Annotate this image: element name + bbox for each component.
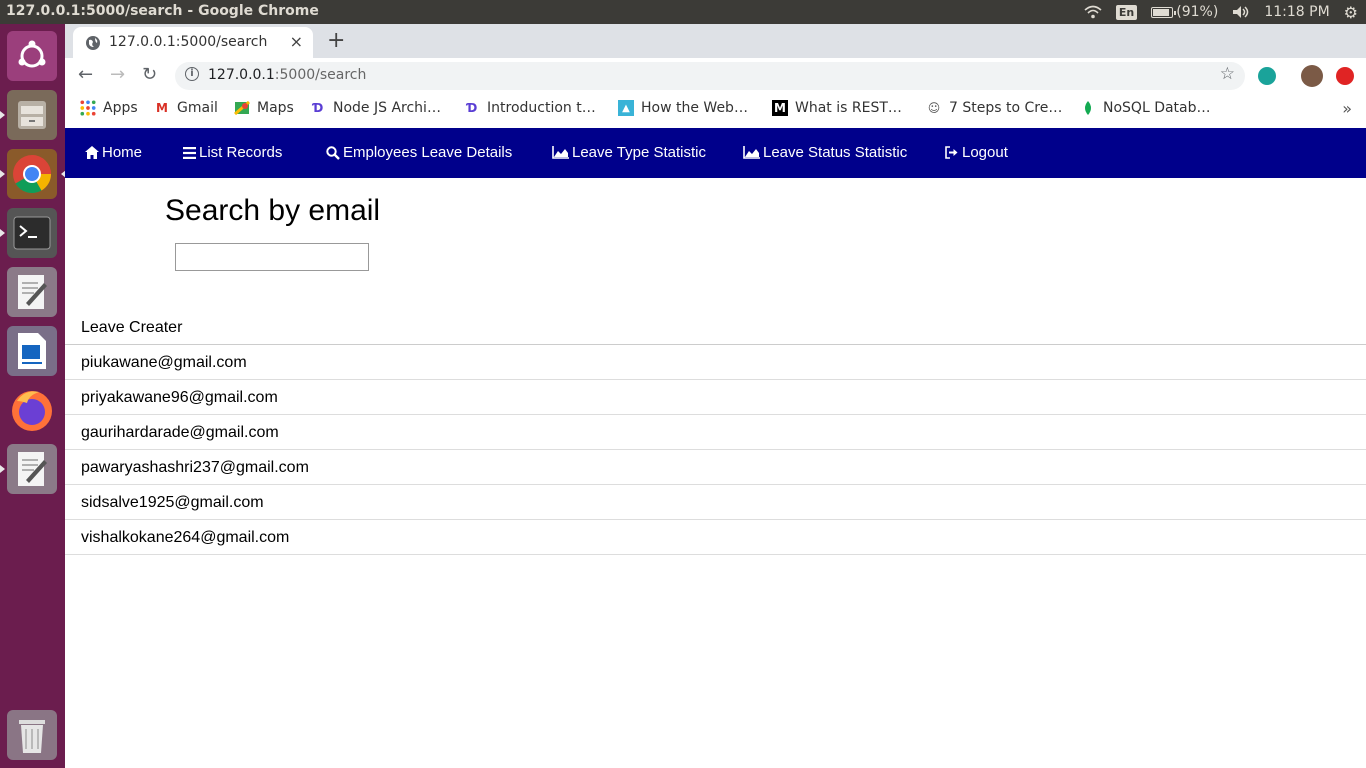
d-logo-icon: Ɗ <box>312 101 324 115</box>
d-logo-icon: Ɗ <box>466 101 478 115</box>
table-header: Leave Creater <box>65 310 1366 345</box>
bookmark-apps[interactable]: Apps <box>80 100 138 116</box>
gmail-icon: M <box>156 101 168 115</box>
home-icon <box>85 146 99 159</box>
nav-employees-leave-details[interactable]: Employees Leave Details <box>326 144 512 161</box>
table-row: priyakawane96@gmail.com <box>65 380 1366 415</box>
results-table: Leave Creater piukawane@gmail.com priyak… <box>65 310 1366 555</box>
bookmark-gmail[interactable]: M Gmail <box>154 100 218 116</box>
web-icon: ▲ <box>618 100 634 116</box>
clock[interactable]: 11:18 PM <box>1264 4 1329 20</box>
app-launcher <box>0 24 66 768</box>
table-row: vishalkokane264@gmail.com <box>65 520 1366 555</box>
bookmark-star-icon[interactable]: ☆ <box>1220 64 1235 84</box>
list-icon <box>183 146 196 159</box>
power-settings-icon[interactable]: ⚙ <box>1344 3 1358 22</box>
os-top-panel: 127.0.0.1:5000/search - Google Chrome En… <box>0 0 1366 24</box>
bookmark-maps[interactable]: Maps <box>234 100 294 116</box>
area-chart-icon <box>743 146 760 159</box>
battery-percent: (91%) <box>1176 4 1219 20</box>
nav-leave-status-statistic[interactable]: Leave Status Statistic <box>743 144 907 161</box>
page-title: Search by email <box>165 194 381 227</box>
tab-strip: 127.0.0.1:5000/search × + <box>65 24 1366 58</box>
email-search-input[interactable] <box>175 243 369 271</box>
face-icon: ☺ <box>927 101 941 115</box>
browser-toolbar: ← → ↻ i 127.0.0.1:5000/search ☆ <box>65 58 1366 94</box>
url-text[interactable]: 127.0.0.1:5000/search <box>208 67 366 83</box>
table-row: piukawane@gmail.com <box>65 345 1366 380</box>
table-row: sidsalve1925@gmail.com <box>65 485 1366 520</box>
maps-icon <box>234 100 250 116</box>
app-navbar: Home List Records Employees Leave Detail… <box>65 128 1366 178</box>
bookmark-nosql[interactable]: NoSQL Datab… <box>1080 100 1211 116</box>
bookmark-how-the-web[interactable]: ▲ How the Web… <box>618 100 748 116</box>
wifi-icon[interactable] <box>1084 5 1102 19</box>
globe-icon <box>86 36 100 50</box>
bookmark-node-js[interactable]: Ɗ Node JS Archi… <box>310 100 441 116</box>
firefox-icon[interactable] <box>7 385 57 435</box>
volume-icon[interactable] <box>1232 5 1250 19</box>
keyboard-language-indicator[interactable]: En <box>1115 4 1138 20</box>
nav-list-records[interactable]: List Records <box>183 144 282 161</box>
address-bar[interactable]: i 127.0.0.1:5000/search ☆ <box>175 62 1245 90</box>
libreoffice-writer-icon[interactable] <box>7 326 57 376</box>
reload-button[interactable]: ↻ <box>142 64 157 85</box>
medium-icon: M <box>772 100 788 116</box>
site-info-icon[interactable]: i <box>185 67 199 81</box>
extension-icon[interactable] <box>1258 67 1276 85</box>
trash-icon[interactable] <box>7 710 57 760</box>
nav-logout[interactable]: Logout <box>945 144 1008 161</box>
logout-icon <box>945 146 958 159</box>
text-editor-2-icon[interactable] <box>0 444 57 494</box>
leaf-icon <box>1085 101 1091 115</box>
nav-leave-type-statistic[interactable]: Leave Type Statistic <box>552 144 706 161</box>
update-icon[interactable] <box>1336 67 1354 85</box>
back-button[interactable]: ← <box>78 64 93 85</box>
system-tray: En (91%) 11:18 PM ⚙ <box>1084 0 1358 24</box>
table-row: pawaryashashri237@gmail.com <box>65 450 1366 485</box>
bookmark-7-steps[interactable]: ☺ 7 Steps to Cre… <box>926 100 1063 116</box>
chrome-icon[interactable] <box>0 149 66 199</box>
search-icon <box>326 145 340 160</box>
web-page: Home List Records Employees Leave Detail… <box>65 128 1366 768</box>
battery-icon <box>1151 6 1177 18</box>
tab-close-icon[interactable]: × <box>290 32 303 51</box>
new-tab-button[interactable]: + <box>327 28 345 53</box>
tab-title: 127.0.0.1:5000/search <box>109 34 268 50</box>
text-editor-icon[interactable] <box>7 267 57 317</box>
bookmarks-bar: Apps M Gmail Maps Ɗ Node JS Archi… Ɗ Int… <box>65 94 1366 128</box>
profile-avatar[interactable] <box>1301 65 1323 87</box>
browser-tab[interactable]: 127.0.0.1:5000/search × <box>73 27 313 58</box>
table-row: gaurihardarade@gmail.com <box>65 415 1366 450</box>
ubuntu-dash-icon[interactable] <box>7 31 57 81</box>
forward-button[interactable]: → <box>110 64 125 85</box>
apps-grid-icon <box>80 100 96 116</box>
bookmarks-overflow-icon[interactable]: » <box>1342 99 1352 118</box>
terminal-icon[interactable] <box>0 208 57 258</box>
files-icon[interactable] <box>0 90 57 140</box>
area-chart-icon <box>552 146 569 159</box>
battery-indicator[interactable]: (91%) <box>1151 4 1218 20</box>
nav-home[interactable]: Home <box>85 144 142 161</box>
bookmark-what-is-rest[interactable]: M What is REST… <box>772 100 902 116</box>
window-title: 127.0.0.1:5000/search - Google Chrome <box>6 3 319 19</box>
bookmark-introduction[interactable]: Ɗ Introduction t… <box>464 100 596 116</box>
